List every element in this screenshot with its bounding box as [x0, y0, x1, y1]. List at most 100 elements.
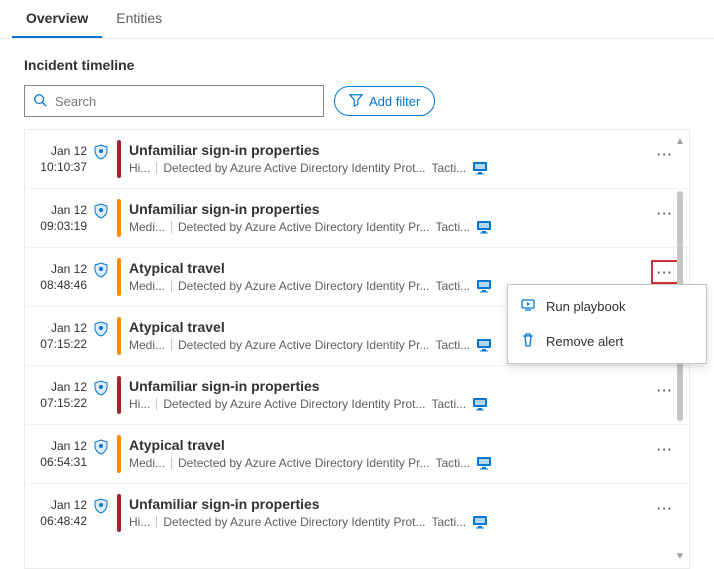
shield-icon	[87, 201, 115, 219]
playbook-icon	[520, 297, 536, 316]
alert-title: Unfamiliar sign-in properties	[129, 496, 651, 512]
monitor-icon	[476, 219, 492, 235]
search-box[interactable]	[24, 85, 324, 117]
search-input[interactable]	[55, 94, 315, 109]
date-label: Jan 12	[31, 380, 87, 396]
scroll-up-icon[interactable]: ▲	[675, 136, 685, 147]
add-filter-label: Add filter	[369, 94, 420, 109]
divider	[156, 398, 157, 410]
alert-title: Unfamiliar sign-in properties	[129, 142, 651, 158]
date-label: Jan 12	[31, 144, 87, 160]
row-content: Unfamiliar sign-in properties Hi... Detect…	[129, 142, 651, 176]
scroll-down-icon[interactable]: ▼	[675, 551, 685, 562]
severity-text: Hi...	[129, 515, 150, 529]
search-icon	[33, 93, 47, 110]
monitor-icon	[476, 337, 492, 353]
severity-text: Medi...	[129, 338, 165, 352]
detected-by: Detected by Azure Active Directory Ident…	[178, 456, 429, 470]
date-label: Jan 12	[31, 498, 87, 514]
menu-run-playbook[interactable]: Run playbook	[508, 289, 706, 324]
timeline-row[interactable]: Jan 1206:48:42 Unfamiliar sign-in propert…	[25, 483, 689, 542]
timestamp: Jan 1207:15:22	[31, 378, 87, 411]
divider	[156, 516, 157, 528]
alert-meta: Medi... Detected by Azure Active Director…	[129, 219, 651, 235]
alert-title: Atypical travel	[129, 260, 651, 276]
divider	[171, 457, 172, 469]
alert-meta: Hi... Detected by Azure Active Directory …	[129, 514, 651, 530]
severity-bar	[117, 494, 121, 532]
time-label: 07:15:22	[31, 337, 87, 353]
detected-by: Detected by Azure Active Directory Ident…	[163, 515, 425, 529]
severity-text: Hi...	[129, 397, 150, 411]
section-title: Incident timeline	[0, 39, 714, 85]
date-label: Jan 12	[31, 439, 87, 455]
tab-overview[interactable]: Overview	[12, 0, 102, 38]
row-content: Unfamiliar sign-in properties Hi... Detect…	[129, 496, 651, 530]
timestamp: Jan 1206:48:42	[31, 496, 87, 529]
tactics-label: Tacti...	[431, 161, 466, 175]
row-content: Unfamiliar sign-in properties Hi...Detect…	[129, 378, 651, 412]
context-menu: Run playbook Remove alert	[507, 284, 707, 364]
alert-title: Unfamiliar sign-in properties	[129, 201, 651, 217]
menu-remove-alert[interactable]: Remove alert	[508, 324, 706, 359]
time-label: 10:10:37	[31, 160, 87, 176]
filter-icon	[349, 93, 363, 110]
divider	[171, 280, 172, 292]
time-label: 07:15:22	[31, 396, 87, 412]
severity-bar	[117, 258, 121, 296]
detected-by: Detected by Azure Active Directory Ident…	[163, 161, 425, 175]
shield-icon	[87, 437, 115, 455]
time-label: 09:03:19	[31, 219, 87, 235]
timestamp: Jan 1206:54:31	[31, 437, 87, 470]
date-label: Jan 12	[31, 262, 87, 278]
divider	[171, 221, 172, 233]
severity-text: Medi...	[129, 456, 165, 470]
detected-by: Detected by Azure Active Directory Ident…	[178, 279, 429, 293]
add-filter-button[interactable]: Add filter	[334, 86, 435, 116]
monitor-icon	[476, 278, 492, 294]
toolbar: Add filter	[0, 85, 714, 125]
severity-text: Medi...	[129, 279, 165, 293]
timestamp: Jan 1207:15:22	[31, 319, 87, 352]
monitor-icon	[472, 396, 488, 412]
detected-by: Detected by Azure Active Directory Ident…	[178, 220, 429, 234]
time-label: 08:48:46	[31, 278, 87, 294]
divider	[171, 339, 172, 351]
severity-bar	[117, 435, 121, 473]
tactics-label: Tacti...	[431, 397, 466, 411]
severity-bar	[117, 140, 121, 178]
monitor-icon	[472, 160, 488, 176]
date-label: Jan 12	[31, 321, 87, 337]
time-label: 06:48:42	[31, 514, 87, 530]
date-label: Jan 12	[31, 203, 87, 219]
timeline-row[interactable]: Jan 1207:15:22 Unfamiliar sign-in propert…	[25, 365, 689, 424]
shield-icon	[87, 142, 115, 160]
tab-entities[interactable]: Entities	[102, 0, 176, 38]
alert-title: Unfamiliar sign-in properties	[129, 378, 651, 394]
tactics-label: Tacti...	[431, 515, 466, 529]
row-content: Atypical travel Medi... Detected by Azure …	[129, 437, 651, 471]
shield-icon	[87, 260, 115, 278]
timeline-row[interactable]: Jan 1210:10:37 Unfamiliar sign-in propert…	[25, 130, 689, 188]
divider	[156, 162, 157, 174]
timeline-row[interactable]: Jan 1209:03:19 Unfamiliar sign-in propert…	[25, 188, 689, 247]
shield-icon	[87, 378, 115, 396]
menu-remove-label: Remove alert	[546, 334, 623, 349]
alert-meta: Medi... Detected by Azure Active Director…	[129, 455, 651, 471]
timeline-row[interactable]: Jan 1206:54:31 Atypical travel Medi... Dete…	[25, 424, 689, 483]
monitor-icon	[476, 455, 492, 471]
tabs-bar: Overview Entities	[0, 0, 714, 39]
monitor-icon	[472, 514, 488, 530]
alert-title: Atypical travel	[129, 437, 651, 453]
severity-text: Hi...	[129, 161, 150, 175]
alert-meta: Hi...Detected by Azure Active Directory …	[129, 396, 651, 412]
timestamp: Jan 1208:48:46	[31, 260, 87, 293]
detected-by: Detected by Azure Active Directory Ident…	[178, 338, 429, 352]
tactics-label: Tacti...	[435, 220, 470, 234]
tactics-label: Tacti...	[435, 338, 470, 352]
severity-bar	[117, 376, 121, 414]
timestamp: Jan 1209:03:19	[31, 201, 87, 234]
severity-text: Medi...	[129, 220, 165, 234]
severity-bar	[117, 199, 121, 237]
time-label: 06:54:31	[31, 455, 87, 471]
